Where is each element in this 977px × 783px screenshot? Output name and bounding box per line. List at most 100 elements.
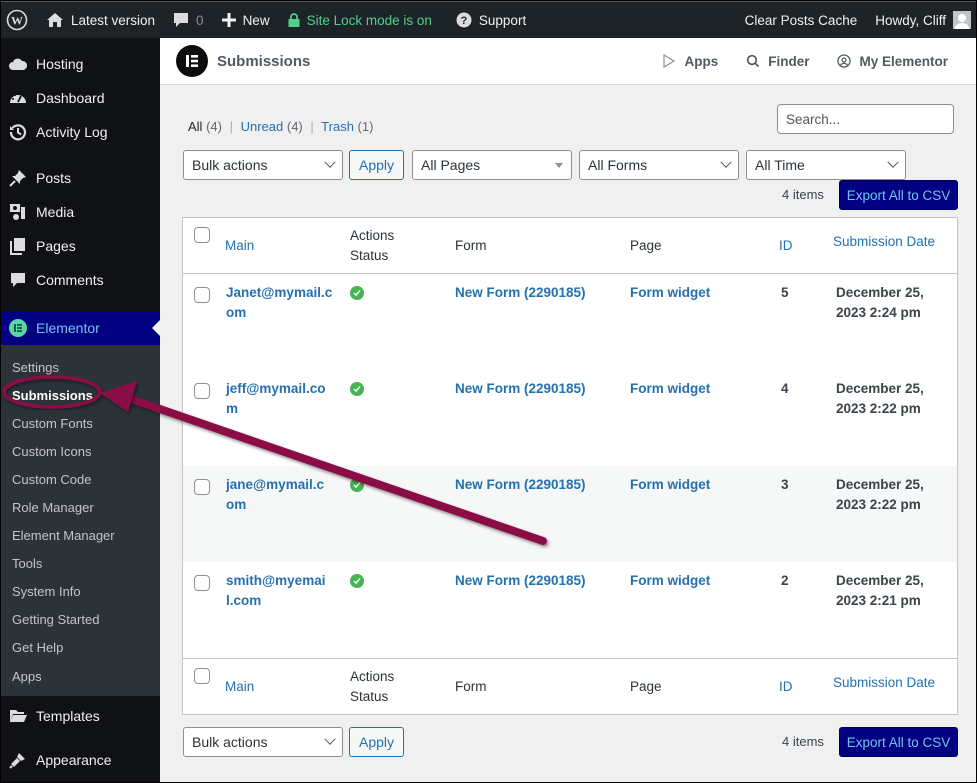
support-link[interactable]: ? Support bbox=[447, 2, 535, 38]
form-link[interactable]: New Form (2290185) bbox=[455, 283, 586, 303]
check-circle-icon bbox=[350, 382, 364, 396]
export-csv-button[interactable]: Export All to CSV bbox=[839, 180, 958, 210]
sidebar-item-label: Activity Log bbox=[36, 124, 108, 140]
dashboard-icon bbox=[9, 89, 27, 107]
chevron-down-icon bbox=[324, 733, 336, 745]
select-all-checkbox-footer[interactable] bbox=[194, 668, 210, 684]
column-submission-date[interactable]: Submission Date bbox=[833, 232, 935, 252]
submission-email-link[interactable]: jane@mymail.com bbox=[226, 475, 332, 515]
apply-button-bottom[interactable]: Apply bbox=[349, 727, 404, 757]
check-circle-icon bbox=[350, 478, 364, 492]
row-checkbox[interactable] bbox=[194, 575, 210, 591]
sidebar-item-label: Templates bbox=[36, 708, 100, 725]
sidebar-item-hosting[interactable]: Hosting bbox=[0, 47, 160, 81]
site-lock-link[interactable]: Site Lock mode is on bbox=[279, 2, 441, 38]
clear-cache-link[interactable]: Clear Posts Cache bbox=[736, 2, 867, 38]
comments-count: 0 bbox=[196, 12, 204, 28]
sidebar-item-appearance[interactable]: Appearance bbox=[0, 743, 160, 777]
chevron-down-icon bbox=[324, 156, 336, 168]
site-name-link[interactable]: Latest version bbox=[37, 2, 164, 38]
column-main[interactable]: Main bbox=[225, 677, 254, 697]
submission-date: December 25, 2023 2:22 pm bbox=[836, 381, 924, 416]
pages-filter-select[interactable]: All Pages bbox=[412, 150, 572, 180]
form-link[interactable]: New Form (2290185) bbox=[455, 571, 586, 591]
page-link[interactable]: Form widget bbox=[630, 379, 710, 399]
sidebar-item-elementor[interactable]: Elementor bbox=[0, 311, 160, 345]
column-main[interactable]: Main bbox=[225, 236, 254, 256]
chevron-down-icon bbox=[887, 156, 899, 168]
action-status-success bbox=[350, 286, 364, 300]
bulk-actions-select-bottom[interactable]: Bulk actions bbox=[183, 727, 343, 757]
sidebar-item-label: Hosting bbox=[36, 56, 84, 72]
elementor-submenu: Settings Submissions Custom Fonts Custom… bbox=[0, 345, 160, 697]
submission-email-link[interactable]: smith@myemail.com bbox=[226, 571, 332, 611]
sidebar-item-pages[interactable]: Pages bbox=[0, 229, 160, 263]
submission-id: 5 bbox=[781, 285, 789, 300]
submenu-settings[interactable]: Settings bbox=[0, 353, 160, 381]
row-checkbox[interactable] bbox=[194, 383, 210, 399]
action-status-success bbox=[350, 574, 364, 588]
submenu-get-help[interactable]: Get Help bbox=[0, 634, 160, 662]
brush-icon bbox=[9, 751, 27, 769]
table-row: smith@myemail.com New Form (2290185) For… bbox=[183, 562, 957, 658]
comments-link[interactable]: 0 bbox=[164, 2, 213, 38]
sidebar-item-activity-log[interactable]: Activity Log bbox=[0, 115, 160, 149]
export-csv-button-bottom[interactable]: Export All to CSV bbox=[839, 727, 958, 757]
sidebar-item-dashboard[interactable]: Dashboard bbox=[0, 81, 160, 115]
submenu-custom-fonts[interactable]: Custom Fonts bbox=[0, 409, 160, 437]
select-all-checkbox[interactable] bbox=[194, 227, 210, 243]
submenu-tools[interactable]: Tools bbox=[0, 550, 160, 578]
bulk-actions-value: Bulk actions bbox=[192, 157, 268, 173]
greeting: Howdy, Cliff bbox=[875, 12, 946, 28]
submenu-getting-started[interactable]: Getting Started bbox=[0, 606, 160, 634]
column-submission-date[interactable]: Submission Date bbox=[833, 673, 935, 693]
sidebar-item-posts[interactable]: Posts bbox=[0, 161, 160, 195]
site-name: Latest version bbox=[71, 12, 156, 28]
forms-filter-value: All Forms bbox=[588, 157, 648, 173]
time-filter-select[interactable]: All Time bbox=[746, 150, 906, 180]
search-input[interactable] bbox=[777, 104, 954, 134]
submission-email-link[interactable]: jeff@mymail.com bbox=[226, 379, 328, 419]
submenu-element-manager[interactable]: Element Manager bbox=[0, 522, 160, 550]
page-link[interactable]: Form widget bbox=[630, 571, 710, 591]
submenu-custom-icons[interactable]: Custom Icons bbox=[0, 437, 160, 465]
column-form: Form bbox=[455, 679, 487, 694]
table-footer: Main Actions Status Form Page ID Submiss… bbox=[183, 658, 957, 714]
submenu-custom-code[interactable]: Custom Code bbox=[0, 465, 160, 493]
sidebar-item-media[interactable]: Media bbox=[0, 195, 160, 229]
forms-filter-select[interactable]: All Forms bbox=[579, 150, 739, 180]
sidebar-item-label: Posts bbox=[36, 170, 72, 186]
submenu-role-manager[interactable]: Role Manager bbox=[0, 493, 160, 521]
submission-id: 3 bbox=[781, 477, 789, 492]
form-link[interactable]: New Form (2290185) bbox=[455, 475, 586, 495]
apply-button[interactable]: Apply bbox=[349, 150, 404, 180]
view-all[interactable]: All (4) bbox=[188, 119, 222, 134]
pin-icon bbox=[9, 169, 27, 187]
row-checkbox[interactable] bbox=[194, 479, 210, 495]
finder-link[interactable]: Finder bbox=[746, 54, 809, 69]
view-trash[interactable]: Trash (1) bbox=[321, 119, 373, 134]
submenu-submissions[interactable]: Submissions bbox=[0, 381, 160, 409]
apps-link[interactable]: Apps bbox=[662, 54, 718, 69]
sidebar-item-comments[interactable]: Comments bbox=[0, 263, 160, 297]
new-content-link[interactable]: New bbox=[213, 2, 279, 38]
elementor-logo-icon bbox=[176, 45, 208, 77]
user-account-menu[interactable]: Howdy, Cliff bbox=[866, 2, 977, 38]
my-elementor-link[interactable]: My Elementor bbox=[837, 54, 948, 69]
form-link[interactable]: New Form (2290185) bbox=[455, 379, 586, 399]
submission-email-link[interactable]: Janet@mymail.com bbox=[226, 283, 334, 323]
column-id[interactable]: ID bbox=[779, 677, 793, 697]
page-link[interactable]: Form widget bbox=[630, 475, 710, 495]
submenu-apps[interactable]: Apps bbox=[0, 662, 160, 690]
row-checkbox[interactable] bbox=[194, 287, 210, 303]
view-unread[interactable]: Unread (4) bbox=[241, 119, 303, 134]
page-link[interactable]: Form widget bbox=[630, 283, 710, 303]
column-id[interactable]: ID bbox=[779, 236, 793, 256]
home-icon bbox=[47, 13, 63, 27]
plus-icon bbox=[221, 13, 236, 27]
wordpress-logo-button[interactable]: W bbox=[0, 2, 37, 38]
elementor-icon bbox=[9, 319, 27, 337]
bulk-actions-select[interactable]: Bulk actions bbox=[183, 150, 343, 180]
submenu-system-info[interactable]: System Info bbox=[0, 578, 160, 606]
sidebar-item-templates[interactable]: Templates bbox=[0, 699, 160, 733]
